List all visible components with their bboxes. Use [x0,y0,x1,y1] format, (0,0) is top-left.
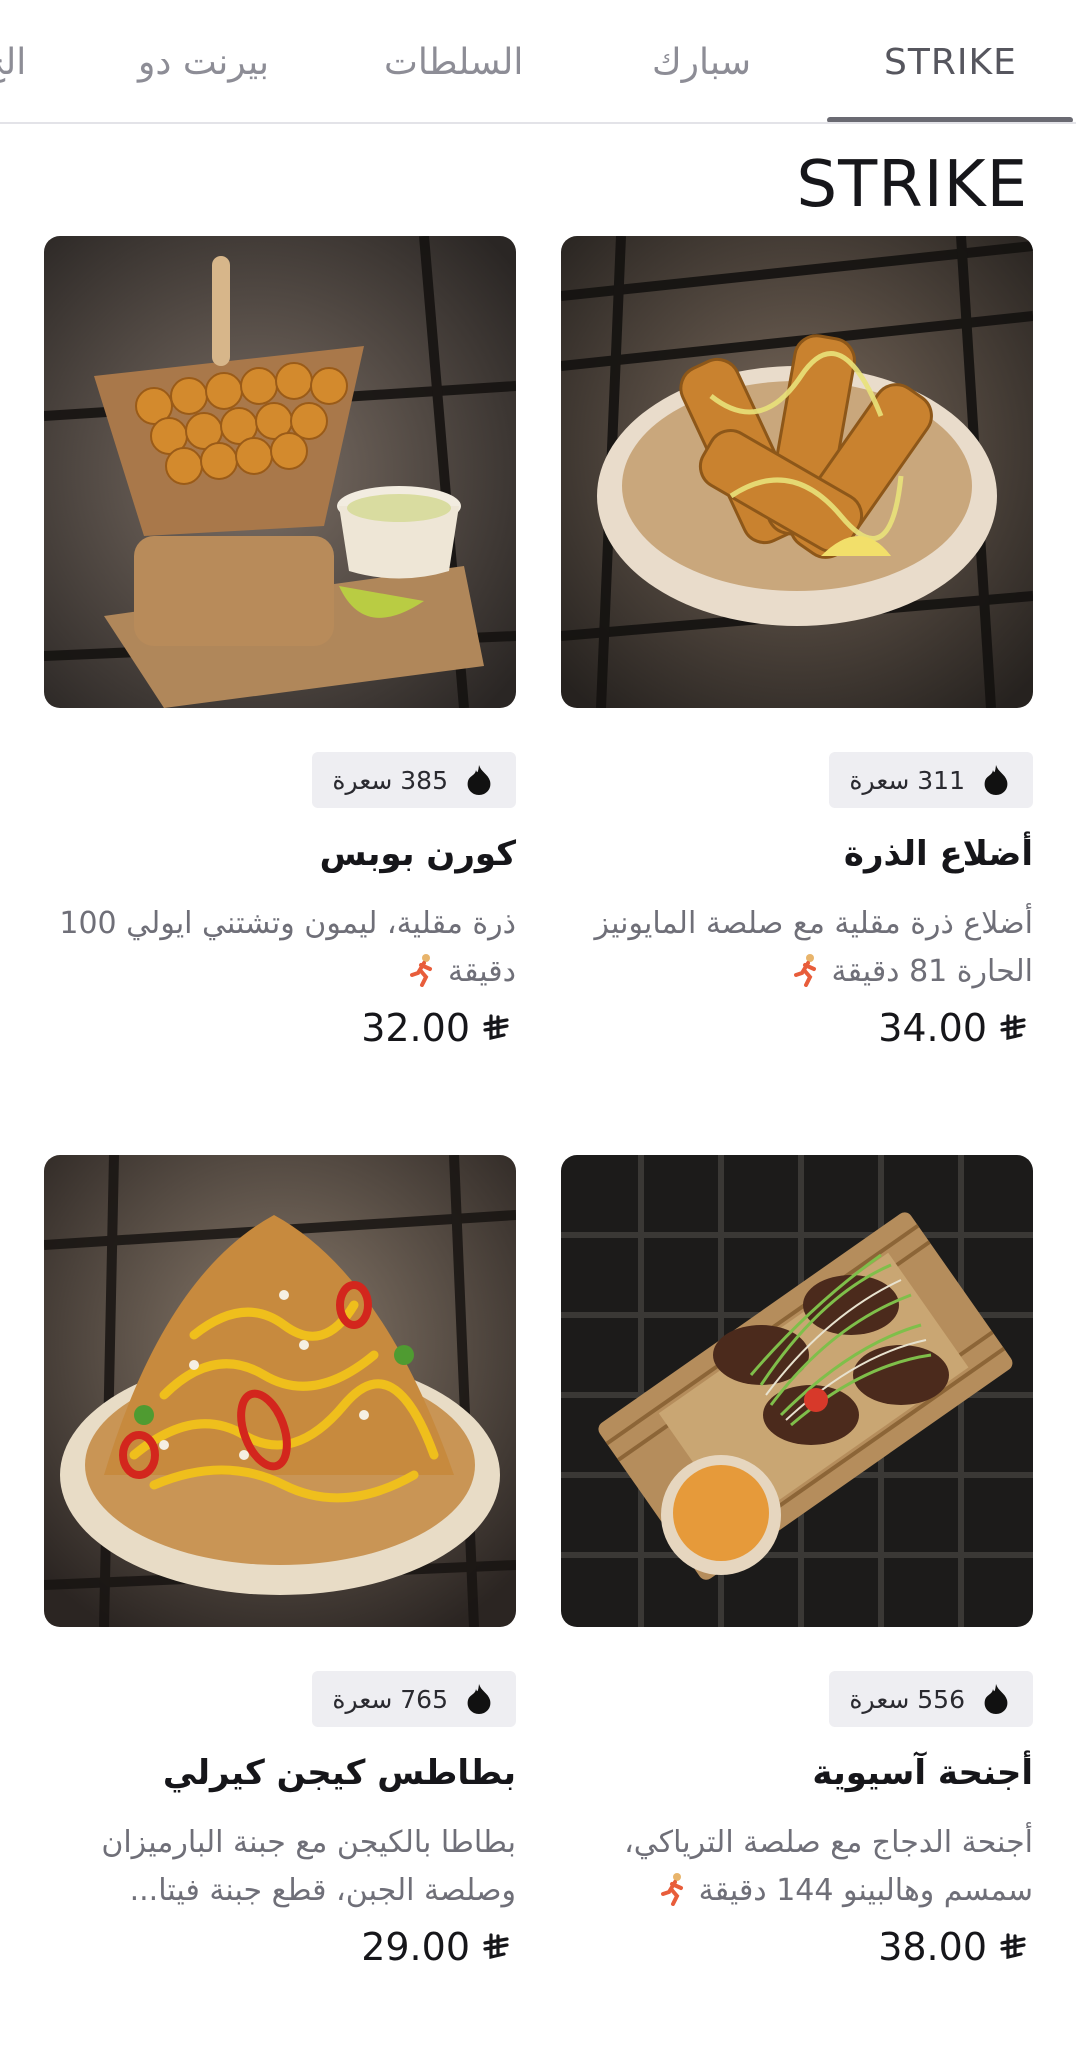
active-tab-indicator [827,117,1073,122]
tab-next-partial[interactable]: الح [0,42,26,83]
calories-badge: 765 سعرة [312,1671,516,1727]
runner-icon [410,954,433,987]
fire-icon [467,765,491,795]
food-photo [44,236,516,708]
tab-strike[interactable]: STRIKE [884,42,1017,83]
calories-value: 311 سعرة [849,765,965,795]
tab-burnt-dough[interactable]: بيرنت دو [138,42,269,83]
runner-icon [661,1873,684,1906]
runner-icon [793,954,816,987]
tab-spark[interactable]: سبارك [652,42,751,83]
fire-icon [467,1684,491,1714]
item-description: أجنحة الدجاج مع صلصة الترياكي، سمسم وهال… [624,1825,1033,1908]
item-name: بطاطس كيجن كيرلي [162,1753,516,1793]
food-photo [561,1155,1033,1627]
calories-badge: 556 سعرة [829,1671,1033,1727]
tab-salads[interactable]: السلطات [384,42,523,83]
menu-page: STRIKE سبارك السلطات بيرنت دو الح STRIKE [0,0,1076,2048]
fire-icon [984,1684,1008,1714]
item-price: 32.00 [361,1006,510,1050]
item-name: أضلاع الذرة [843,834,1033,874]
menu-item-card[interactable]: 556 سعرة أجنحة آسيوية أجنحة الدجاج مع صل… [561,1155,1033,1969]
item-description: ذرة مقلية، ليمون وتشتني ايولي 100 دقيقة [59,906,516,989]
riyal-icon [1000,1933,1026,1960]
menu-item-card[interactable]: 385 سعرة كورن بوبس ذرة مقلية، ليمون وتشت… [44,236,516,1050]
item-price: 29.00 [361,1925,510,1969]
item-name: كورن بوبس [319,834,516,874]
calories-value: 385 سعرة [332,765,448,795]
food-photo [561,236,1033,708]
item-price: 34.00 [878,1006,1027,1050]
item-description: أضلاع ذرة مقلية مع صلصة المايونيز الحارة… [594,906,1033,989]
calories-badge: 385 سعرة [312,752,516,808]
riyal-icon [483,1933,509,1960]
item-description: بطاطا بالكيجن مع جبنة البارميزان وصلصة ا… [101,1825,516,1908]
category-tabs: STRIKE سبارك السلطات بيرنت دو الح [0,0,1076,124]
menu-item-card[interactable]: 765 سعرة بطاطس كيجن كيرلي بطاطا بالكيجن … [44,1155,516,1969]
section-title: STRIKE [796,148,1028,222]
fire-icon [984,765,1008,795]
calories-badge: 311 سعرة [829,752,1033,808]
item-name: أجنحة آسيوية [812,1753,1033,1793]
menu-item-card[interactable]: 311 سعرة أضلاع الذرة أضلاع ذرة مقلية مع … [561,236,1033,1050]
calories-value: 765 سعرة [332,1684,448,1714]
item-price: 38.00 [878,1925,1027,1969]
riyal-icon [1000,1014,1026,1041]
food-photo [44,1155,516,1627]
riyal-icon [483,1014,509,1041]
calories-value: 556 سعرة [849,1684,965,1714]
